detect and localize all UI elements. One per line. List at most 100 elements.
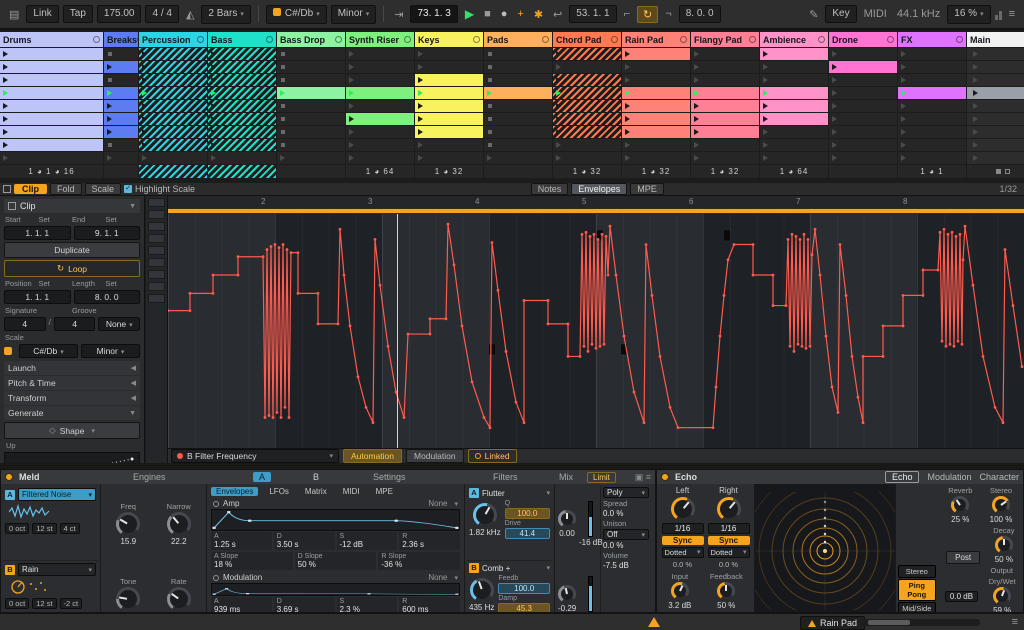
spread-field[interactable]: 0.0 % [603, 509, 649, 518]
key-root-selector[interactable]: C#/Db ▾ [265, 4, 327, 24]
narrow-knob[interactable]: Narrow 22.2 [167, 502, 191, 546]
left-sync-mode[interactable]: Dotted ▾ [661, 547, 704, 558]
clip-slot[interactable] [829, 152, 897, 164]
amp-envelope-graph[interactable] [211, 509, 460, 531]
param-a[interactable]: A 1.25 s [211, 532, 272, 550]
track-drums[interactable]: Drums 1 ◕ 1 ◕ 16 [0, 32, 103, 180]
punch-out-button[interactable]: ¬ [662, 7, 674, 21]
tab-character[interactable]: Character [979, 472, 1019, 482]
tab-settings[interactable]: Settings [373, 472, 406, 482]
device-on-toggle[interactable] [661, 473, 669, 481]
track-header[interactable]: Ambience [760, 32, 828, 47]
track-fold-icon[interactable] [93, 36, 100, 43]
track-fold-icon[interactable] [680, 36, 687, 43]
level-a-slider[interactable] [588, 500, 594, 537]
clip-slot[interactable] [0, 100, 103, 112]
time-signature[interactable]: 4 / 4 [145, 5, 179, 23]
clip-slot[interactable] [691, 113, 759, 125]
clip-slot[interactable] [0, 113, 103, 125]
tone-knob[interactable]: Tone11.1 [116, 577, 141, 612]
rate-knob[interactable]: Rate16.7 [166, 577, 191, 612]
track-keys[interactable]: Keys 1 ◕ 32 [415, 32, 483, 180]
beat-ruler[interactable]: 2 3 4 5 6 7 8 [168, 196, 1024, 208]
clip-slot[interactable] [760, 100, 828, 112]
capture-midi-button[interactable]: ✱ [531, 7, 546, 22]
clip-slot[interactable] [898, 48, 966, 60]
tab-mid-side[interactable]: Mid/Side [898, 602, 936, 612]
clip-slot[interactable] [208, 139, 276, 151]
clip-slot[interactable] [346, 113, 414, 125]
tab-midi[interactable]: MIDI [338, 487, 365, 496]
limit-toggle[interactable]: Limit [587, 471, 616, 483]
clip-slot[interactable] [277, 61, 345, 73]
clip-slot[interactable] [622, 152, 690, 164]
track-drone[interactable]: Drone [829, 32, 897, 180]
follow-button[interactable]: ⇥ [391, 7, 406, 22]
clip-slot[interactable] [104, 126, 138, 138]
scene-slot-9[interactable]: 9 [967, 152, 1024, 164]
track-fold-icon[interactable] [542, 36, 549, 43]
param-r[interactable]: R 600 ms [399, 597, 460, 612]
pan-a-knob[interactable]: 0.00 [558, 509, 576, 538]
clip-slot[interactable] [208, 48, 276, 60]
clip-slot[interactable] [104, 152, 138, 164]
track-fx[interactable]: FX 1 ◕ 1 [898, 32, 966, 180]
clip-slot[interactable] [622, 74, 690, 86]
clip-slot[interactable] [553, 48, 621, 60]
clip-slot[interactable] [346, 74, 414, 86]
cpu-meter-value[interactable]: 16 % ▾ [947, 4, 991, 24]
clip-slot[interactable] [346, 139, 414, 151]
track-fold-icon[interactable] [749, 36, 756, 43]
param-r[interactable]: R 2.36 s [399, 532, 460, 550]
track-flangy-pad[interactable]: Flangy Pad 1 ◕ 32 [691, 32, 759, 180]
amp-route-selector[interactable]: None [428, 499, 447, 508]
clip-slot[interactable] [553, 61, 621, 73]
tab-mpe[interactable]: MPE [630, 183, 664, 195]
clip-slot[interactable] [484, 61, 552, 73]
tab-ping-pong[interactable]: Ping Pong [898, 579, 936, 601]
clip-slot[interactable] [553, 100, 621, 112]
dry-wet-knob[interactable]: Dry/Wet 59 % [989, 577, 1016, 612]
loop-position-field[interactable]: 1. 1. 1 [4, 290, 71, 304]
clip-slot[interactable] [277, 74, 345, 86]
tap-tempo-button[interactable]: Tap [62, 5, 93, 23]
filter-a-drive-field[interactable]: 41.4 [504, 528, 550, 539]
scene-slot-7[interactable]: 7 [967, 126, 1024, 138]
lane-block[interactable] [148, 210, 165, 219]
right-sync-toggle[interactable]: Sync [707, 536, 750, 545]
envelope-canvas[interactable] [168, 214, 1024, 448]
clip-slot[interactable] [346, 126, 414, 138]
left-division-field[interactable]: 1/16 [661, 523, 704, 534]
track-bass-drop[interactable]: Bass Drop [277, 32, 345, 180]
stop-all-clips-button[interactable] [967, 165, 1024, 178]
input-knob[interactable]: Input 3.2 dB [668, 572, 691, 610]
tab-mpe[interactable]: MPE [371, 487, 398, 496]
track-fold-icon[interactable] [887, 36, 894, 43]
clip-slot[interactable] [829, 113, 897, 125]
track-pads[interactable]: Pads [484, 32, 552, 180]
clip-slot[interactable] [553, 113, 621, 125]
clip-slot[interactable] [829, 87, 897, 99]
track-header[interactable]: Drone [829, 32, 897, 47]
clip-slot[interactable] [484, 100, 552, 112]
engine-a-pitch[interactable]: 0 oct 12 st 4 ct [5, 523, 96, 534]
tab-stereo[interactable]: Stereo [898, 565, 936, 578]
stereo-width-knob[interactable]: Stereo 100 % [990, 486, 1013, 524]
param-r-slope[interactable]: R Slope -36 % [378, 552, 461, 570]
clip-slot[interactable] [0, 48, 103, 60]
lane-block[interactable] [148, 258, 165, 267]
track-breaks[interactable]: Breaks [104, 32, 138, 180]
clip-slot[interactable] [346, 61, 414, 73]
param-d[interactable]: D 3.69 s [273, 597, 335, 612]
level-b-slider[interactable] [588, 575, 594, 612]
clip-slot[interactable] [760, 113, 828, 125]
clip-slot[interactable] [415, 61, 483, 73]
filter-a-type-selector[interactable]: Flutter [482, 489, 505, 498]
engine-b-selector[interactable]: Rain ▾ [18, 563, 96, 576]
back-to-arrangement-button[interactable]: ↩ [550, 7, 565, 22]
clip-slot[interactable] [139, 87, 207, 99]
key-scale-selector[interactable]: Minor ▾ [330, 4, 377, 24]
envelope-param-chooser[interactable]: B Filter Frequency ▾ [171, 449, 339, 463]
clip-view-icon[interactable] [3, 185, 11, 193]
track-rain-pad[interactable]: Rain Pad 1 ◕ 32 [622, 32, 690, 180]
